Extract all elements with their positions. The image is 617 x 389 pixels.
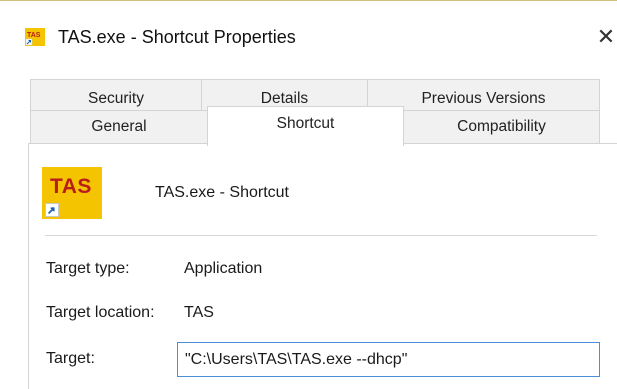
tab-general[interactable]: General <box>30 110 208 144</box>
properties-window: TAS TAS.exe - Shortcut Properties ✕ Secu… <box>0 0 617 389</box>
tas-app-icon: TAS <box>25 28 45 46</box>
tab-label: Compatibility <box>457 118 546 135</box>
app-icon-label: TAS <box>50 175 92 198</box>
target-location-value: TAS <box>184 304 214 321</box>
target-input[interactable] <box>177 342 600 377</box>
title-bar: TAS TAS.exe - Shortcut Properties ✕ <box>0 1 617 75</box>
target-label: Target: <box>46 350 95 367</box>
target-type-label: Target type: <box>46 260 130 277</box>
tab-compatibility[interactable]: Compatibility <box>403 110 600 144</box>
close-button[interactable]: ✕ <box>594 23 617 51</box>
divider <box>45 235 597 236</box>
tab-strip: Security Details Previous Versions Gener… <box>0 79 617 146</box>
window-title: TAS.exe - Shortcut Properties <box>58 27 296 47</box>
tab-label: Shortcut <box>276 115 335 132</box>
svg-text:TAS: TAS <box>27 32 41 39</box>
target-location-label: Target location: <box>46 304 155 321</box>
tab-label: General <box>91 118 147 135</box>
shortcut-name: TAS.exe - Shortcut <box>155 184 289 201</box>
close-icon: ✕ <box>596 24 616 49</box>
tas-app-icon: TAS <box>42 167 102 219</box>
tab-shortcut[interactable]: Shortcut <box>207 106 404 146</box>
target-type-value: Application <box>184 260 263 277</box>
shortcut-arrow-icon <box>45 203 59 217</box>
tab-security[interactable]: Security <box>30 79 202 113</box>
